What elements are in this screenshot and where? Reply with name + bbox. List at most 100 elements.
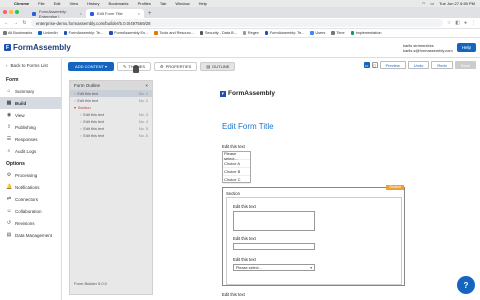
extensions-icon[interactable]: ◧ xyxy=(455,20,460,26)
formassembly-logo[interactable]: F FormAssembly xyxy=(4,43,71,52)
sidebar-item-build[interactable]: ▦ Build xyxy=(0,97,61,109)
choice-listbox[interactable]: Please select... Choice A Choice B Choic… xyxy=(222,151,251,184)
menu-history[interactable]: History xyxy=(87,1,99,6)
textarea-field[interactable] xyxy=(233,211,315,231)
bookmark-item[interactable]: Regex xyxy=(242,31,259,35)
mobile-view-icon[interactable]: ▯ xyxy=(371,62,378,68)
outline-row[interactable]: ▫ Edit this text No. 6 xyxy=(70,132,152,139)
form-title[interactable]: Edit Form Title xyxy=(222,122,274,131)
back-to-forms-link[interactable]: ‹ Back to Forms List xyxy=(0,58,61,73)
wifi-icon[interactable]: ◠ xyxy=(422,1,426,6)
outline-row[interactable]: ▫ Edit this text No. 4 xyxy=(70,118,152,125)
summary-icon: ⌂ xyxy=(7,88,11,94)
menu-help[interactable]: Help xyxy=(199,1,207,6)
app-header: F FormAssembly karlis strimenieks karlis… xyxy=(0,38,480,58)
list-option[interactable]: Choice B xyxy=(223,168,250,176)
outline-row[interactable]: ▫ Edit this text No. 3 xyxy=(70,111,152,118)
bookmark-item[interactable]: Time xyxy=(331,31,345,35)
close-tab-icon[interactable]: × xyxy=(138,11,140,16)
sidebar-item-publishing[interactable]: ⇪ Publishing xyxy=(0,121,61,133)
battery-icon[interactable]: ▭ xyxy=(430,1,434,6)
question-label[interactable]: Edit this text xyxy=(222,292,245,297)
menu-file[interactable]: File xyxy=(38,1,44,6)
close-window-icon[interactable] xyxy=(3,10,7,14)
help-bubble-button[interactable]: ? xyxy=(457,276,475,294)
new-tab-button[interactable]: + xyxy=(144,11,156,18)
connectors-icon: ⇄ xyxy=(6,196,12,202)
undo-button[interactable]: Undo xyxy=(407,61,430,69)
reload-icon[interactable]: ↻ xyxy=(22,20,27,26)
form-section[interactable]: Section Section Edit this text Edit this… xyxy=(222,185,405,286)
browser-menu-icon[interactable]: ⋮ xyxy=(471,20,476,26)
menu-app-name[interactable]: Chrome xyxy=(14,1,29,6)
text-input[interactable] xyxy=(233,243,315,250)
menu-view[interactable]: View xyxy=(69,1,78,6)
sidebar-item-audit-logs[interactable]: ⌕ Audit Logs xyxy=(0,145,61,157)
form-logo-text: FormAssembly xyxy=(228,90,275,97)
forward-arrow-icon[interactable]: → xyxy=(13,20,18,26)
sidebar-item-revisions[interactable]: ↺ Revisions xyxy=(0,217,61,229)
outline-row[interactable]: ▾ Section xyxy=(70,104,152,111)
bookmark-item[interactable]: FormAssembly En... xyxy=(109,31,148,35)
sidebar-item-notifications[interactable]: 🔔 Notifications xyxy=(0,181,61,193)
browser-tab-active[interactable]: Edit Form Title × xyxy=(86,9,144,18)
menu-tab[interactable]: Tab xyxy=(160,1,166,6)
question-label[interactable]: Edit this text xyxy=(222,144,245,149)
redo-button[interactable]: Redo xyxy=(431,61,453,69)
form-logo[interactable]: F FormAssembly xyxy=(220,90,275,97)
sidebar-item-responses[interactable]: ☰ Responses xyxy=(0,133,61,145)
bookmark-item[interactable]: Users xyxy=(310,31,325,35)
list-option[interactable]: Please select... xyxy=(223,151,250,161)
bookmark-item[interactable]: Implementation xyxy=(350,31,382,35)
sidebar-item-view[interactable]: ◉ View xyxy=(0,109,61,121)
question-label[interactable]: Edit this text xyxy=(233,204,256,209)
back-arrow-icon[interactable]: ← xyxy=(4,20,9,26)
bookmark-item[interactable]: All Bookmarks xyxy=(3,31,32,35)
sidebar-item-summary[interactable]: ⌂ Summary xyxy=(0,85,61,97)
bookmark-item[interactable]: FormAssembly: Te... xyxy=(63,31,103,35)
outline-row[interactable]: ▫ Edit this text No. 2 xyxy=(70,97,152,104)
bookmark-star-icon[interactable]: ☆ xyxy=(447,20,451,26)
sidebar-item-processing[interactable]: ⚙ Processing xyxy=(0,169,61,181)
data-management-icon: ▤ xyxy=(6,232,12,238)
dropdown-select[interactable]: Please select... ▾ xyxy=(233,264,315,271)
desktop-view-icon[interactable]: ▭ xyxy=(363,62,370,68)
sidebar-item-data-management[interactable]: ▤ Data Management xyxy=(0,229,61,241)
close-tab-icon[interactable]: × xyxy=(80,11,82,16)
sidebar-item-label: View xyxy=(15,112,25,118)
menu-window[interactable]: Window xyxy=(175,1,189,6)
question-label[interactable]: Edit this text xyxy=(233,257,256,262)
url-field[interactable]: enterprise-demo.formassembly.com/builder… xyxy=(31,19,443,27)
outline-button[interactable]: ▤ OUTLINE xyxy=(200,61,236,71)
browser-tab[interactable]: FormAssembly: Enterprise | × xyxy=(28,9,86,19)
list-option[interactable]: Choice A xyxy=(223,160,250,168)
menu-profiles[interactable]: Profiles xyxy=(138,1,151,6)
sidebar-item-connectors[interactable]: ⇄ Connectors xyxy=(0,193,61,205)
bookmark-item[interactable]: Security - Data B... xyxy=(199,31,237,35)
preview-button[interactable]: Preview xyxy=(379,61,406,69)
properties-button[interactable]: ⚙ PROPERTIES xyxy=(154,61,198,71)
add-content-button[interactable]: ADD CONTENT ▾ xyxy=(68,61,114,71)
save-button[interactable]: Save xyxy=(454,61,476,69)
outline-row[interactable]: ▫ Edit this text No. 1 xyxy=(70,90,152,97)
user-menu[interactable]: karlis strimenieks karlis.s@formassembly… xyxy=(403,43,453,53)
bookmark-item[interactable]: FormAssembly: Te... xyxy=(264,31,304,35)
sidebar-item-label: Connectors xyxy=(15,196,39,202)
section-label[interactable]: Section xyxy=(226,191,240,196)
help-button[interactable]: Help xyxy=(456,43,476,52)
outline-row[interactable]: ▫ Edit this text No. 5 xyxy=(70,125,152,132)
bookmark-item[interactable]: Tools and Resourc... xyxy=(154,31,194,35)
close-outline-icon[interactable]: × xyxy=(145,83,148,88)
profile-avatar[interactable]: ● xyxy=(464,20,467,26)
brush-icon: ✎ xyxy=(123,63,127,69)
menu-edit[interactable]: Edit xyxy=(54,1,61,6)
question-label[interactable]: Edit this text xyxy=(233,236,256,241)
sidebar-item-collaboration[interactable]: ☺ Collaboration xyxy=(0,205,61,217)
bookmark-item[interactable]: LinkedIn xyxy=(38,31,58,35)
menu-bookmarks[interactable]: Bookmarks xyxy=(109,1,129,6)
minimize-window-icon[interactable] xyxy=(9,10,13,14)
zoom-window-icon[interactable] xyxy=(15,10,19,14)
bookmark-favicon-icon xyxy=(350,31,355,35)
clock[interactable]: Tue Jun 27 6:59 PM xyxy=(439,1,475,6)
list-option[interactable]: Choice C xyxy=(223,176,250,184)
